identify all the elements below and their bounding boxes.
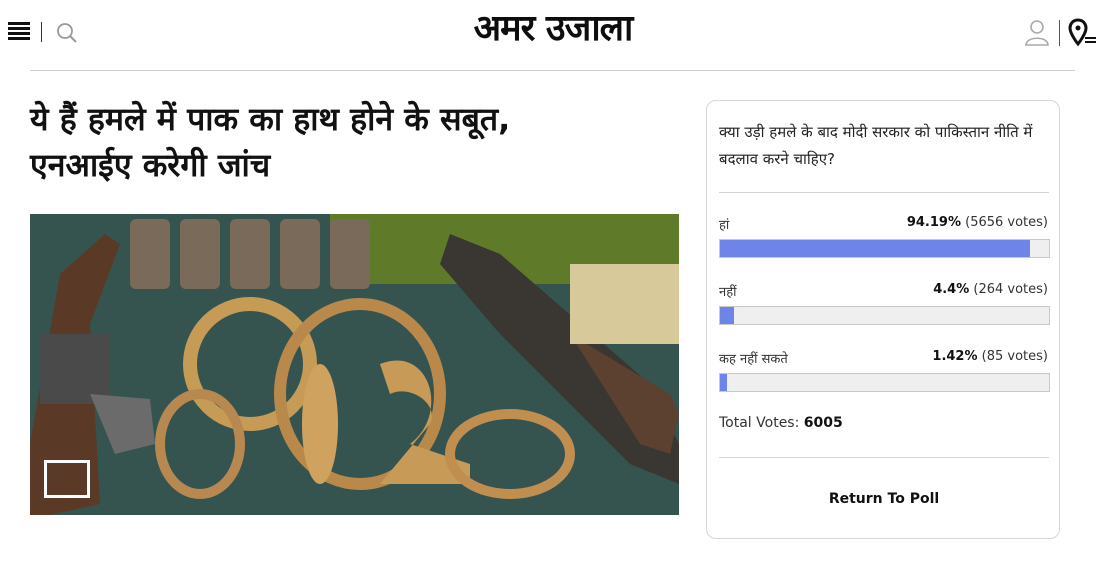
poll-option-bar-fill (720, 240, 1030, 257)
article-photo[interactable] (30, 214, 679, 515)
poll-option-votes: (264 votes) (973, 282, 1048, 297)
poll-option-label: नहीं (719, 285, 737, 300)
header-divider (41, 22, 42, 42)
poll-option-result: 4.4% (264 votes) (933, 282, 1048, 297)
hamburger-menu-icon[interactable] (8, 22, 30, 40)
headline-line-2: एनआईए करेगी जांच (30, 146, 271, 184)
poll-question: क्या उड़ी हमले के बाद मोदी सरकार को पाकि… (719, 123, 1033, 168)
gallery-icon[interactable] (44, 460, 90, 498)
poll-option-bar-fill (720, 307, 735, 324)
poll-option-percent: 4.4% (933, 282, 970, 297)
site-header: अमर उजाला (0, 0, 1096, 66)
poll-option-result: 94.19% (5656 votes) (907, 215, 1048, 230)
poll-total-votes: Total Votes: 6005 (719, 415, 843, 431)
return-to-poll-button[interactable]: Return To Poll (719, 481, 1049, 517)
poll-option-label: हां (719, 218, 730, 233)
poll-option-bar (719, 239, 1050, 258)
headline-line-1: ये हैं हमले में पाक का हाथ होने के सबूत, (30, 100, 511, 138)
poll-divider (719, 457, 1049, 458)
poll-option-votes: (85 votes) (981, 349, 1048, 364)
poll-option-percent: 94.19% (906, 215, 961, 230)
header-rule (30, 70, 1075, 71)
poll-total-value: 6005 (803, 415, 843, 431)
location-pin-icon[interactable] (1068, 18, 1096, 48)
poll-widget: क्या उड़ी हमले के बाद मोदी सरकार को पाकि… (706, 100, 1060, 539)
poll-option-votes: (5656 votes) (965, 215, 1048, 230)
poll-option-result: 1.42% (85 votes) (932, 349, 1048, 364)
article-headline[interactable]: ये हैं हमले में पाक का हाथ होने के सबूत,… (30, 96, 670, 188)
poll-option-percent: 1.42% (932, 349, 978, 364)
user-icon[interactable] (1023, 18, 1051, 46)
search-icon[interactable] (56, 22, 78, 44)
poll-option-bar (719, 306, 1050, 325)
site-logo[interactable]: अमर उजाला (440, 6, 666, 52)
poll-divider (719, 192, 1049, 193)
poll-option-bar (719, 373, 1050, 392)
poll-option-bar-fill (720, 374, 727, 391)
header-divider-right (1059, 20, 1060, 46)
poll-option-label: कह नहीं सकते (719, 352, 788, 367)
poll-total-label: Total Votes: (719, 415, 800, 431)
